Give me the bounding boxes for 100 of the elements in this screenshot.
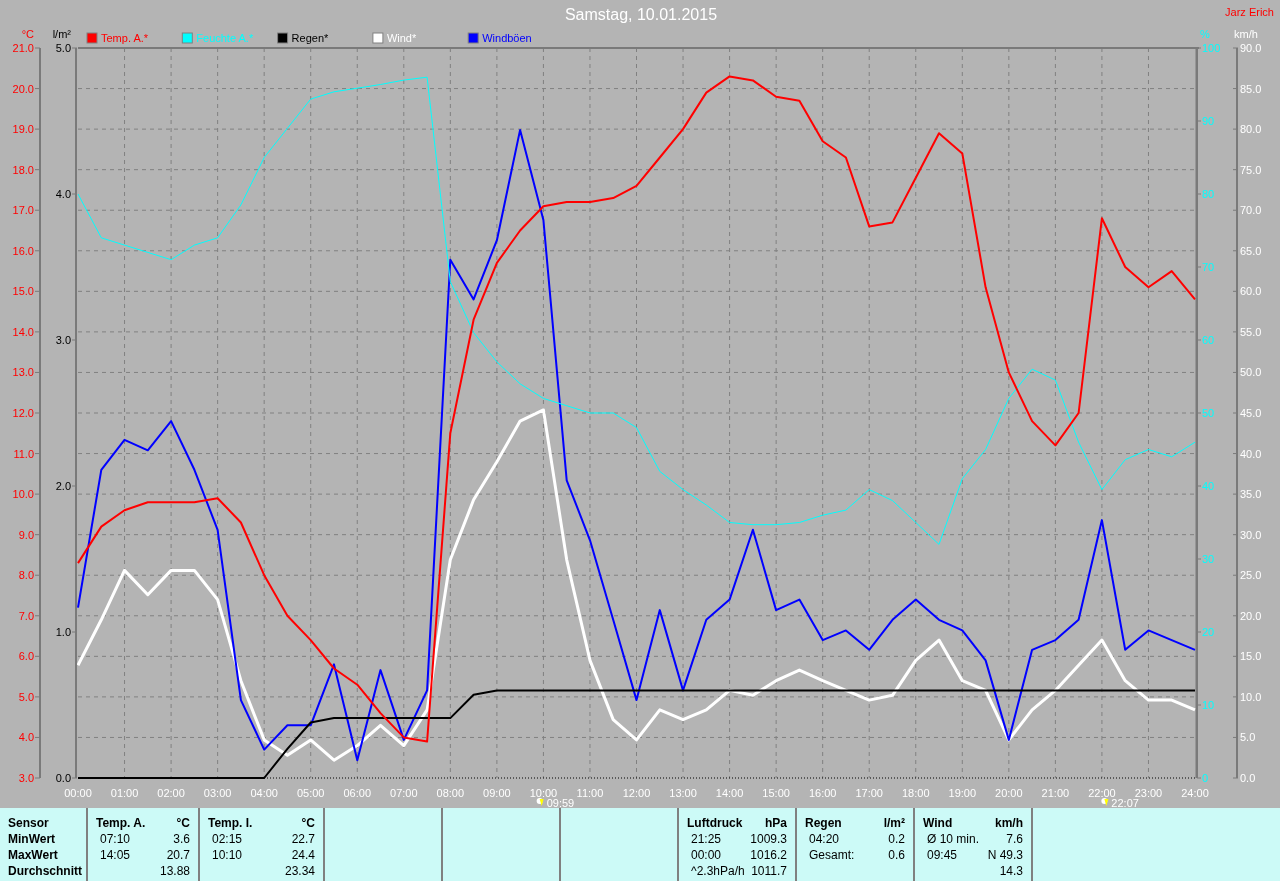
axis-unit-label: %: [1200, 28, 1210, 40]
axis-tick-label: 21.0: [12, 42, 34, 54]
axis-tick-label: 100: [1202, 42, 1221, 54]
axis-tick-label: 90.0: [1240, 42, 1262, 54]
row-label: MaxWert: [8, 847, 59, 863]
x-tick-label: 12:00: [622, 787, 651, 799]
axis-tick-label: 35.0: [1240, 488, 1262, 501]
chart-title: Samstag, 10.01.2015: [564, 6, 718, 23]
axis-tick-label: 70.0: [1240, 204, 1262, 217]
value-cell: 22.7: [291, 831, 315, 847]
column-header: Wind: [923, 815, 953, 831]
value-cell: 1016.2: [750, 847, 787, 863]
axis-tick-label: 15.0: [12, 285, 34, 298]
axis-tick-label: 12.0: [12, 407, 34, 419]
x-tick-label: 06:00: [343, 787, 371, 799]
axis-tick-label: 0: [1202, 772, 1209, 784]
legend-swatch: [277, 32, 289, 44]
unit-label: hPa: [765, 815, 787, 831]
axis-tick-label: 15.0: [1240, 650, 1262, 663]
time-cell-text: Ø 10 min.: [926, 831, 980, 847]
unit-label: l/m²: [883, 815, 905, 831]
axis-unit-label: l/m²: [52, 28, 71, 40]
x-tick-label: 17:00: [855, 787, 883, 799]
time-cell-text: 14:05: [99, 847, 131, 863]
x-tick-label: 24:00: [1181, 787, 1209, 799]
value-cell: 14.3: [999, 863, 1023, 879]
x-tick-label: 02:00: [157, 787, 185, 799]
axis-tick-label: 11.0: [13, 447, 34, 460]
axis-unit-label: °C: [21, 28, 34, 40]
x-tick-label: 21:00: [1041, 787, 1070, 799]
column-header: Luftdruck: [687, 815, 743, 831]
legend-label: Feuchte A.*: [196, 32, 254, 44]
time-cell-text: ^2.3hPa/h: [690, 863, 745, 879]
axis-tick-label: 30.0: [1240, 528, 1262, 541]
axis-tick-label: 50.0: [1240, 366, 1262, 379]
column-header: Temp. A.: [96, 815, 146, 831]
value-cell: 1009.3: [750, 831, 787, 847]
time-cell-text: Gesamt:: [808, 847, 855, 863]
axis-tick-label: 85.0: [1240, 82, 1262, 95]
axis-tick-label: 80.0: [1240, 123, 1262, 136]
time-cell-text: 04:20: [808, 831, 840, 847]
x-tick-label: 20:00: [995, 787, 1023, 799]
x-tick-label: 03:00: [203, 787, 232, 799]
unit-label: °C: [301, 815, 315, 831]
axis-tick-label: 80: [1202, 188, 1215, 200]
x-tick-label: 18:00: [902, 787, 930, 799]
axis-tick-label: 40.0: [1240, 447, 1262, 460]
axis-tick-label: 6.0: [18, 650, 34, 663]
x-tick-label: 04:00: [250, 787, 278, 799]
axis-tick-label: 3.0: [18, 772, 34, 784]
axis-tick-label: 25.0: [1240, 569, 1262, 582]
x-tick-label: 16:00: [808, 787, 837, 799]
axis-tick-label: 0.0: [55, 772, 71, 784]
value-cell: 0.2: [888, 831, 905, 847]
axis-tick-label: 90: [1202, 115, 1215, 127]
axis-tick-label: 10.0: [1240, 690, 1262, 703]
axis-tick-label: 9.0: [18, 528, 34, 541]
axis-tick-label: 17.0: [12, 204, 34, 217]
axis-tick-label: 0.0: [1240, 772, 1256, 784]
axis-tick-label: 20.0: [12, 82, 34, 95]
marker-icon: [536, 798, 544, 806]
axis-tick-label: 4.0: [18, 731, 34, 744]
value-cell: 1011.7: [751, 863, 787, 879]
axis-tick-label: 4.0: [55, 188, 71, 200]
x-tick-label: 23:00: [1134, 787, 1163, 799]
x-tick-label: 00:00: [64, 787, 92, 799]
x-tick-label: 10:00: [529, 787, 558, 799]
x-tick-label: 05:00: [296, 787, 325, 799]
axis-tick-label: 8.0: [18, 569, 34, 582]
legend-swatch: [372, 32, 384, 44]
legend-swatch: [467, 32, 479, 44]
axis-tick-label: 20.0: [1240, 609, 1262, 622]
axis-tick-label: 40: [1202, 480, 1215, 492]
unit-label: °C: [176, 815, 190, 831]
axis-tick-label: 10: [1202, 699, 1215, 711]
value-cell: 20.7: [166, 847, 190, 863]
axis-tick-label: 5.0: [1240, 731, 1256, 744]
time-cell-text: 07:10: [99, 831, 131, 847]
x-tick-label: 09:00: [483, 787, 511, 799]
x-tick-label: 15:00: [762, 787, 790, 799]
value-cell: 23.34: [284, 863, 315, 879]
axis-tick-label: 13.0: [12, 366, 34, 379]
axis-tick-label: 60.0: [1240, 285, 1262, 298]
axis-tick-label: 18.0: [12, 163, 34, 176]
x-tick-label: 13:00: [669, 787, 697, 799]
value-cell: 24.4: [291, 847, 315, 863]
axis-tick-label: 19.0: [12, 123, 34, 136]
marker-time-label: 22:07: [1111, 797, 1139, 808]
time-cell-text: 09:45: [926, 847, 958, 863]
axis-unit-label: km/h: [1234, 28, 1258, 40]
x-tick-label: 11:00: [576, 787, 604, 799]
author-label: Jarz Erich: [1225, 6, 1274, 18]
axis-tick-label: 20: [1202, 626, 1215, 638]
time-cell-text: 00:00: [690, 847, 722, 863]
axis-tick-label: 14.0: [12, 325, 34, 338]
axis-tick-label: 10.0: [12, 488, 34, 501]
row-label: MinWert: [8, 831, 57, 847]
axis-tick-label: 16.0: [12, 244, 34, 257]
axis-tick-label: 60: [1202, 334, 1215, 346]
time-cell-text: 10:10: [211, 847, 243, 863]
